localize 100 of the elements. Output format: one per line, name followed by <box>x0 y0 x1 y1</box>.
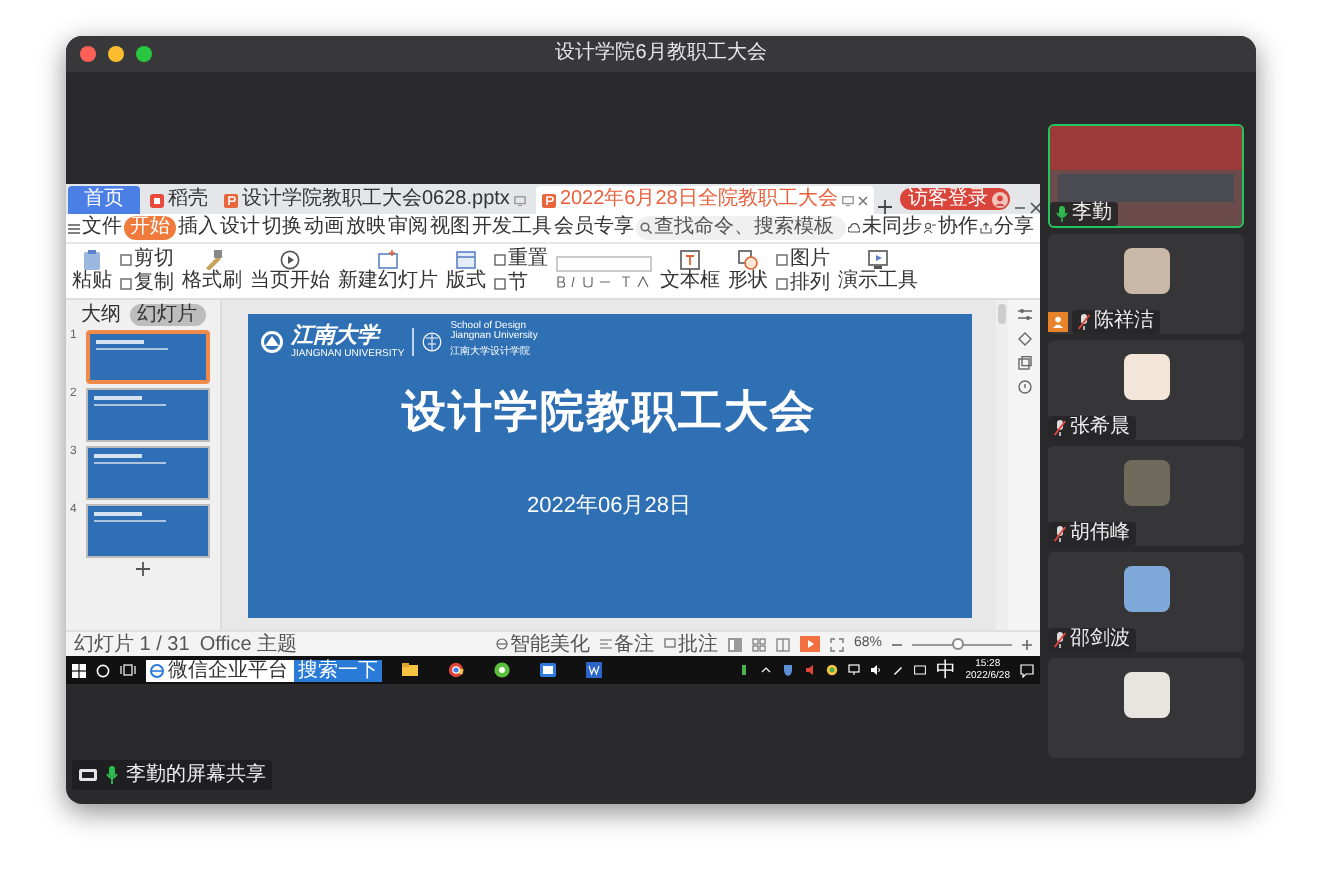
status-button[interactable]: 智能美化 <box>495 633 590 655</box>
document-icon <box>150 193 164 207</box>
help-icon[interactable] <box>1017 380 1031 394</box>
toolbar-button[interactable]: 分享 <box>980 216 1034 240</box>
ribbon-button[interactable]: 复制 <box>120 272 174 294</box>
menu-tab[interactable]: 审阅 <box>388 216 428 240</box>
slide-thumbnail[interactable] <box>86 504 210 558</box>
browser-icon[interactable] <box>448 662 464 678</box>
ribbon-button[interactable]: 节 <box>494 272 548 294</box>
input-method-indicator[interactable]: 中 <box>935 659 956 681</box>
grid-view-icon[interactable] <box>751 637 766 651</box>
search-icon <box>640 222 652 234</box>
taskbar-search-field[interactable]: 微信企业平台 <box>146 659 294 681</box>
word-app-icon[interactable] <box>586 662 602 678</box>
slide-thumbnail[interactable] <box>86 330 210 384</box>
avatar-placeholder <box>1124 354 1170 400</box>
minimize-icon[interactable] <box>1013 202 1026 214</box>
zoom-slider-thumb[interactable] <box>951 638 963 650</box>
colorful-app-icon[interactable] <box>825 664 838 676</box>
ribbon-button[interactable]: 文本框 <box>660 250 720 292</box>
add-tab-icon[interactable] <box>877 200 892 214</box>
toolbar-button[interactable]: 未同步 <box>848 216 922 240</box>
chevron-up-icon[interactable] <box>759 664 772 676</box>
chat-bubble-icon[interactable] <box>494 662 510 678</box>
ribbon-button[interactable]: 剪切 <box>120 248 174 270</box>
menu-tab[interactable]: 会员专享 <box>554 216 634 240</box>
menu-tab[interactable]: 设计 <box>220 216 260 240</box>
folder-icon[interactable] <box>402 662 418 678</box>
menu-tab[interactable]: 开发工具 <box>472 216 552 240</box>
menu-tab[interactable]: 动画 <box>304 216 344 240</box>
copy-icon[interactable] <box>1017 356 1031 370</box>
diamond-icon[interactable] <box>1017 332 1031 346</box>
status-button[interactable]: 批注 <box>663 633 718 655</box>
ribbon-button[interactable]: 图片 <box>776 248 830 270</box>
keyboard-icon[interactable] <box>913 664 926 676</box>
app-tab[interactable]: 首页 <box>68 186 140 214</box>
speaker-alert-icon[interactable] <box>803 664 816 676</box>
zoom-in-icon[interactable] <box>1022 639 1032 649</box>
menu-icon[interactable] <box>68 223 80 233</box>
play-slideshow-icon[interactable] <box>799 636 820 652</box>
search-button[interactable]: 搜索一下 <box>294 659 382 681</box>
menu-tab[interactable]: 切换 <box>262 216 302 240</box>
task-view-icon[interactable] <box>120 664 136 676</box>
windows-start-icon[interactable] <box>72 663 86 677</box>
microphone-icon <box>106 766 118 784</box>
ribbon-button[interactable]: 新建幻灯片 <box>338 250 438 292</box>
normal-view-icon[interactable] <box>727 637 742 651</box>
ribbon-button[interactable]: 版式 <box>446 250 486 292</box>
outline-tab[interactable]: 大纲 <box>81 304 121 326</box>
ribbon-button[interactable]: 格式刷 <box>182 250 242 292</box>
volume-icon[interactable] <box>869 664 882 676</box>
paste-icon <box>82 250 102 270</box>
ribbon-button[interactable]: 粘贴 <box>72 250 112 292</box>
zoom-button[interactable] <box>136 46 152 62</box>
ribbon-button[interactable]: 当页开始 <box>250 250 330 292</box>
participant-name: 胡伟峰 <box>1070 522 1130 546</box>
close-icon[interactable] <box>1029 202 1040 214</box>
square-icon <box>776 253 788 265</box>
layout-icon <box>456 250 476 270</box>
outline-tab[interactable]: 幻灯片 <box>129 304 205 326</box>
command-search-field[interactable]: 查找命令、搜索模板 <box>636 216 846 240</box>
presenter-icon <box>868 250 888 270</box>
fit-window-icon[interactable] <box>829 637 844 651</box>
avatar-placeholder <box>1124 566 1170 612</box>
zoom-out-icon[interactable] <box>892 639 902 649</box>
toolbar-button[interactable]: 协作 <box>924 216 978 240</box>
reading-view-icon[interactable] <box>775 637 790 651</box>
status-button[interactable]: 备注 <box>599 633 654 655</box>
app-tab[interactable]: 稻壳 <box>144 186 214 214</box>
menu-tab[interactable]: 插入 <box>178 216 218 240</box>
font-size-field[interactable] <box>556 255 652 271</box>
settings-icon[interactable] <box>1017 308 1031 322</box>
participant-name: 张希晨 <box>1070 416 1130 440</box>
network-icon[interactable] <box>847 664 860 676</box>
add-slide-icon[interactable] <box>136 562 150 576</box>
slide-thumbnail[interactable] <box>86 388 210 442</box>
ribbon-button[interactable]: 重置 <box>494 248 548 270</box>
window-app-icon[interactable] <box>540 662 556 678</box>
window-title: 设计学院6月教职工大会 <box>555 39 767 68</box>
menu-tab[interactable]: 文件 <box>82 216 122 240</box>
menu-tab[interactable]: 放映 <box>346 216 386 240</box>
app-tab[interactable]: 设计学院教职工大会0628.pptx <box>218 186 532 214</box>
presentation-file-icon <box>224 193 238 207</box>
share-icon <box>980 222 992 234</box>
shapes-icon <box>738 250 758 270</box>
ribbon-button[interactable]: 演示工具 <box>838 250 918 292</box>
cortana-circle-icon[interactable] <box>96 663 110 677</box>
shield-icon[interactable] <box>781 664 794 676</box>
login-button[interactable]: 访客登录 <box>899 188 1010 210</box>
presentation-file-icon <box>541 193 556 207</box>
ribbon-button[interactable]: 形状 <box>728 250 768 292</box>
slide-thumbnail[interactable] <box>86 446 210 500</box>
menu-tab[interactable]: 视图 <box>430 216 470 240</box>
minimize-button[interactable] <box>108 46 124 62</box>
notification-icon[interactable] <box>1020 663 1034 677</box>
slide-counter: 幻灯片 1 / 31 <box>74 633 190 655</box>
close-button[interactable] <box>80 46 96 62</box>
participant-name: 李勤 <box>1072 202 1112 226</box>
ribbon-button[interactable]: 排列 <box>776 272 830 294</box>
school-logo-icon <box>422 331 443 351</box>
